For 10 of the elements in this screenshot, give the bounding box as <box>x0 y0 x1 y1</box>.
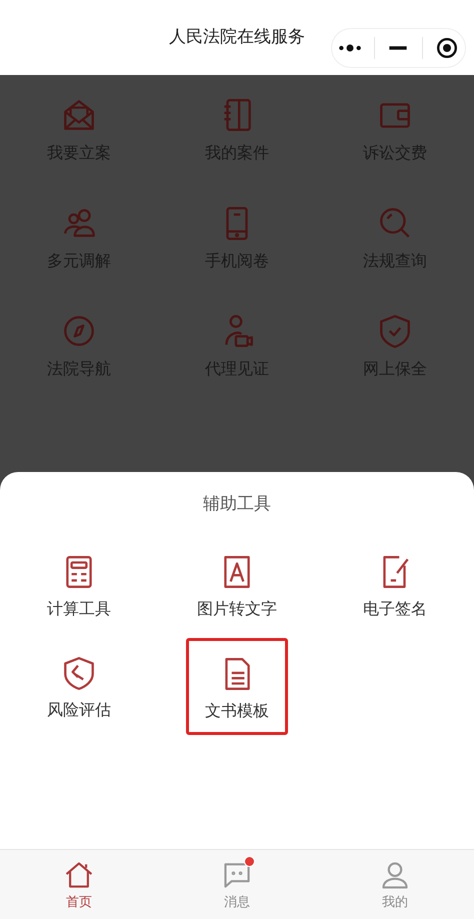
sheet-title: 辅助工具 <box>202 493 272 515</box>
tool-item[interactable]: 风险评估 <box>36 641 122 735</box>
tool-item[interactable]: 图片转文字 <box>186 540 288 633</box>
tool-item[interactable]: 计算工具 <box>36 540 122 633</box>
page-title: 人民法院在线服务 <box>169 26 305 48</box>
tab[interactable]: 我的 <box>316 850 474 919</box>
tab[interactable]: 消息 <box>158 850 316 919</box>
tool-item[interactable]: 电子签名 <box>352 540 438 633</box>
tool-item[interactable]: 文书模板 <box>186 638 288 735</box>
tab[interactable]: 首页 <box>0 850 158 919</box>
